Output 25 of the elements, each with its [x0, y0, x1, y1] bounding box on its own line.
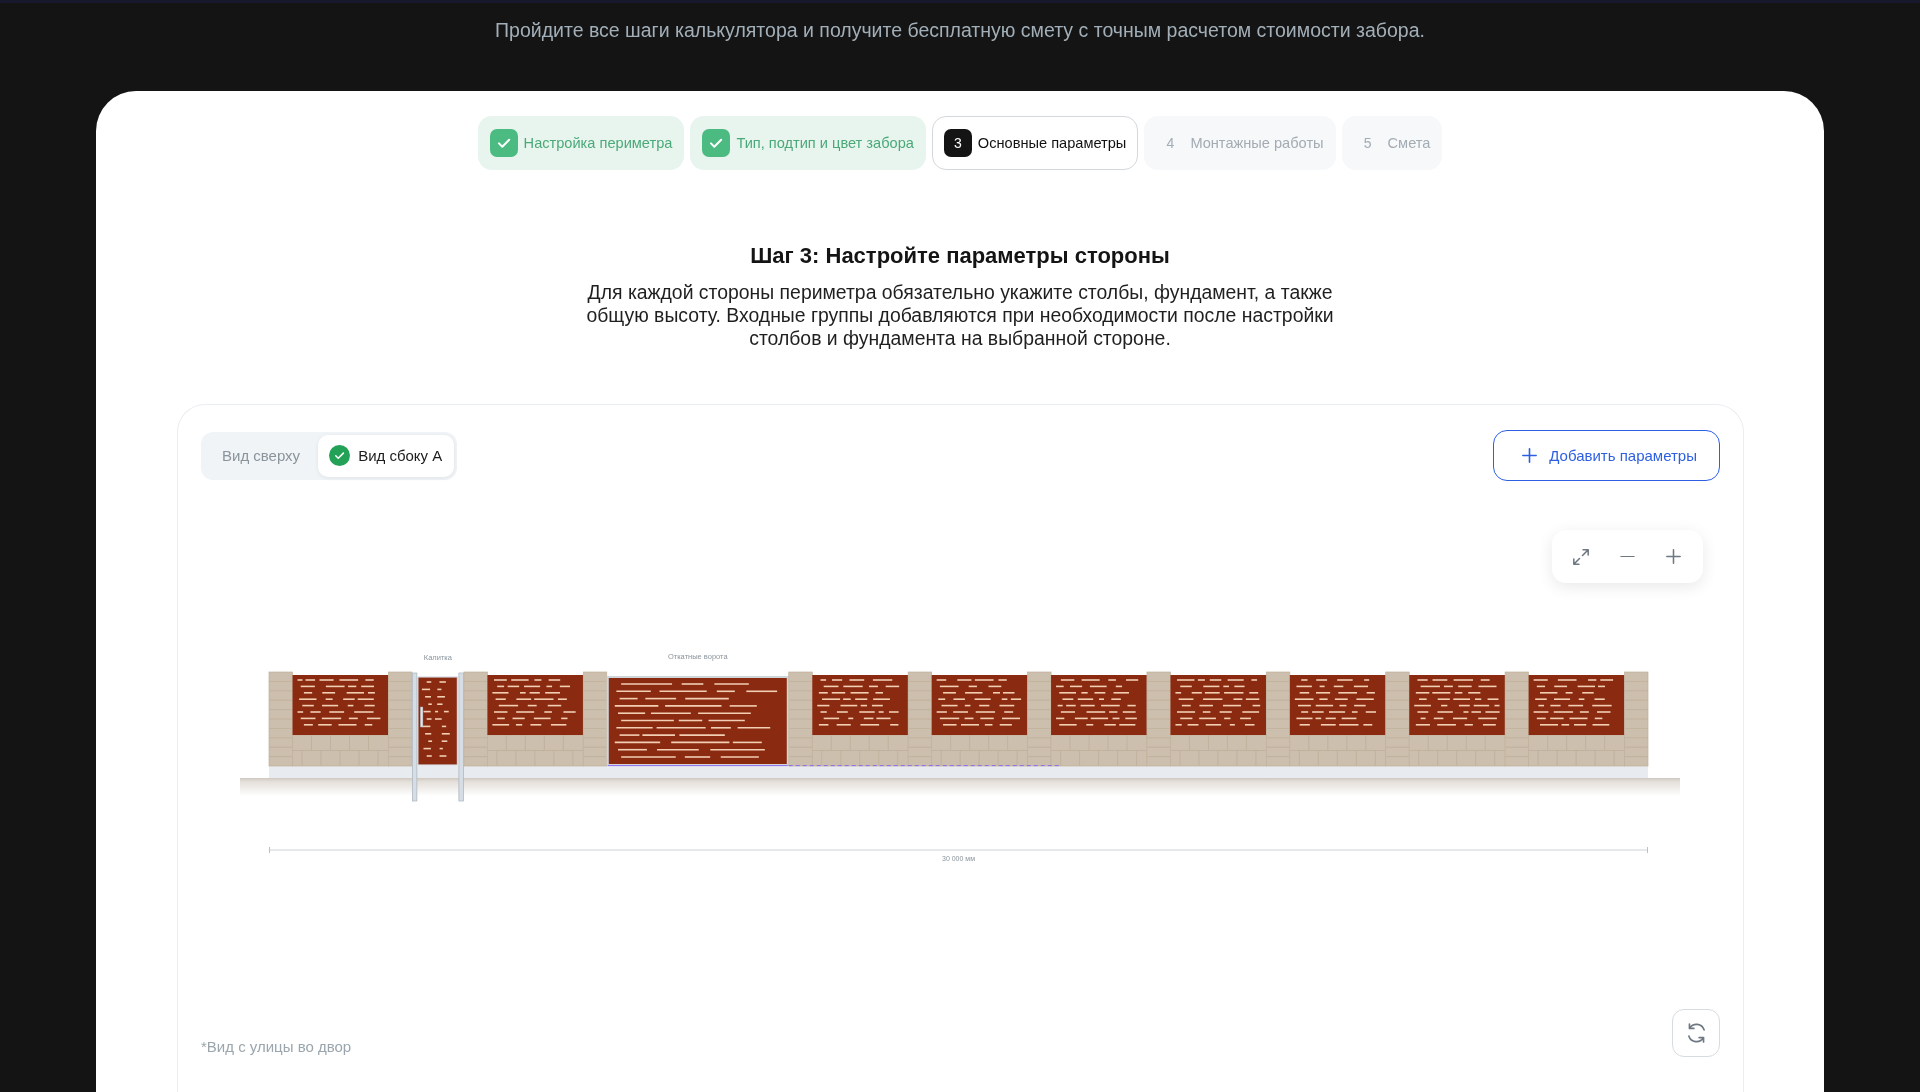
footnote: *Вид с улицы во двор	[201, 1038, 352, 1056]
plus-icon	[1666, 549, 1682, 564]
check-icon	[702, 129, 731, 157]
step-tab[interactable]: 4 Монтажные работы	[1144, 116, 1336, 170]
plus-icon	[1522, 448, 1538, 463]
step-description: Для каждой стороны периметра обязательно укажите столбы, фундамент, а также общую высоту. Входные группы добавляются при необходимости после настройки столбов и фундамента на выбранной стороне.	[585, 281, 1335, 350]
view-tab[interactable]: Вид сбоку А	[318, 434, 455, 477]
check-icon	[489, 129, 518, 157]
step-tab[interactable]: 5 Смета	[1341, 116, 1443, 170]
refresh-icon	[1687, 1023, 1705, 1043]
minus-icon	[1620, 555, 1635, 558]
zoom-in-button[interactable]	[1663, 546, 1684, 567]
refresh-button[interactable]	[1672, 1009, 1720, 1057]
step-heading: Шаг 3: Настройте параметры стороны	[750, 243, 1170, 268]
expand-icon	[1573, 548, 1590, 565]
page-subtitle: Пройдите все шаги калькулятора и получите бесплатную смету с точным расчетом стоимости забора.	[494, 18, 1426, 42]
add-parameters-button[interactable]: Добавить параметры	[1493, 430, 1720, 481]
step-tab[interactable]: 3 Основные параметры	[931, 116, 1139, 170]
fit-view-button[interactable]	[1571, 546, 1592, 567]
step-number: 5	[1362, 134, 1373, 153]
step-tab[interactable]: Настройка периметра	[477, 116, 685, 170]
view-tab[interactable]: Вид сверху	[204, 434, 319, 477]
step-number: 3	[943, 129, 972, 157]
step-tab[interactable]: Тип, подтип и цвет забора	[690, 116, 926, 170]
step-number: 4	[1165, 134, 1176, 153]
